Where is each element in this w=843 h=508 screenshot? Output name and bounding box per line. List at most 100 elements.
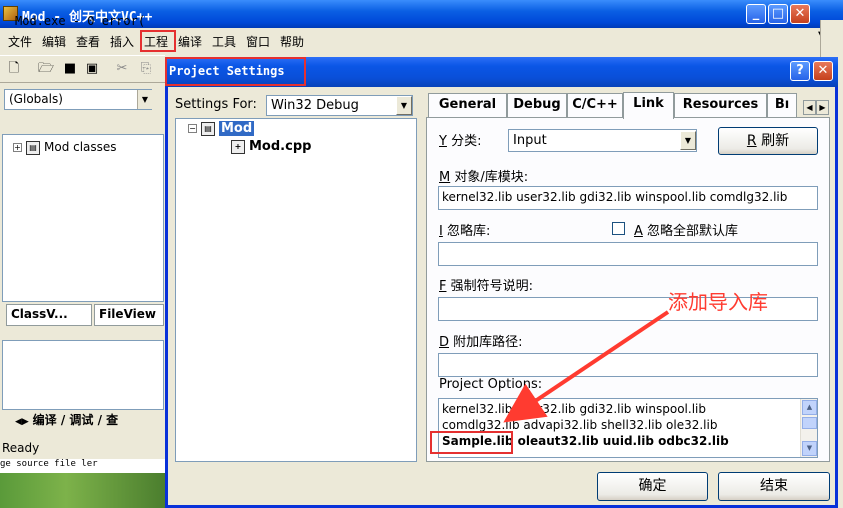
ignore-all-checkbox[interactable]	[612, 222, 625, 235]
expand-icon[interactable]: +	[13, 143, 22, 152]
classes-icon: ▤	[26, 140, 40, 155]
globals-value: (Globals)	[9, 92, 63, 106]
collapse-icon[interactable]: −	[188, 124, 197, 133]
toolbar: 🗋 🗁 ■ ▣ ✂ ⎘	[0, 55, 165, 83]
ignore-all-label-text: 忽略全部默认库	[647, 224, 739, 239]
scroll-thumb[interactable]	[802, 417, 817, 429]
background-window-strip: ge source file ler	[0, 459, 165, 473]
open-folder-icon[interactable]: 🗁	[38, 61, 54, 77]
ignore-input[interactable]	[438, 242, 818, 266]
category-label: Y 分类:	[439, 130, 481, 149]
menu-file[interactable]: 文件	[8, 33, 32, 50]
save-all-icon[interactable]: ▣	[84, 61, 100, 77]
tree-root-label: Mod	[219, 121, 255, 136]
ignore-all-label[interactable]: A 忽略全部默认库	[634, 220, 738, 239]
project-tree: − ▤ Mod + Mod.cpp	[175, 118, 417, 462]
tab-fileview[interactable]: FileView	[94, 304, 164, 326]
scroll-left-icon[interactable]: ◀▶	[15, 417, 29, 427]
menu-window[interactable]: 窗口	[246, 33, 270, 50]
output-panel	[2, 340, 164, 410]
cpp-file-icon: +	[231, 139, 245, 154]
menubar: 文件 编辑 查看 插入 工程 编译 工具 窗口 帮助	[0, 30, 820, 52]
modules-key: M	[439, 170, 451, 185]
annotation-text: 添加导入库	[668, 290, 768, 314]
reset-label: 刷新	[761, 133, 790, 149]
fileview-tab-label: FileView	[99, 307, 156, 321]
status-text: Ready	[2, 441, 40, 455]
modules-label-text: 对象/库模块:	[454, 170, 529, 185]
classview-item-label: Mod classes	[44, 140, 117, 154]
menu-build[interactable]: 编译	[178, 33, 202, 50]
force-key: F	[439, 279, 447, 294]
sample-lib-highlight	[430, 431, 513, 454]
menu-edit[interactable]: 编辑	[42, 33, 66, 50]
settings-for-value: Win32 Debug	[271, 98, 359, 113]
help-icon[interactable]: ?	[790, 61, 810, 81]
settings-for-combo[interactable]: Win32 Debug ▼	[266, 95, 413, 116]
output-text: Mod.exe - 0 error(	[15, 14, 146, 28]
tree-root-item[interactable]: − ▤ Mod	[188, 121, 255, 136]
statusbar: Ready	[0, 438, 165, 460]
force-label: F 强制符号说明:	[439, 275, 533, 294]
chevron-down-icon[interactable]: ▼	[137, 90, 152, 109]
minimize-icon[interactable]: _	[746, 4, 766, 24]
strip-text: ge source file ler	[0, 459, 98, 469]
menu-project-highlight	[140, 30, 176, 52]
menu-insert[interactable]: 插入	[110, 33, 134, 50]
options-scrollbar[interactable]: ▲ ▼	[800, 399, 817, 457]
reset-button[interactable]: R 刷新	[718, 127, 818, 155]
menu-tools[interactable]: 工具	[212, 33, 236, 50]
menu-help[interactable]: 帮助	[280, 33, 304, 50]
globals-combo[interactable]: (Globals)	[4, 89, 152, 110]
ignore-key: I	[439, 224, 443, 239]
maximize-icon[interactable]: □	[768, 4, 788, 24]
tab-scroll-left-icon[interactable]: ◀	[803, 100, 816, 115]
classview-panel: + ▤ Mod classes	[2, 134, 164, 302]
modules-label: M 对象/库模块:	[439, 166, 528, 185]
settings-for-label: Settings For:	[175, 97, 257, 112]
tab-general[interactable]: General	[428, 93, 507, 117]
category-combo[interactable]: Input ▼	[508, 129, 697, 152]
libpath-key: D	[439, 335, 450, 350]
new-file-icon[interactable]: 🗋	[6, 61, 22, 77]
modules-input[interactable]: kernel32.lib user32.lib gdi32.lib winspo…	[438, 186, 818, 210]
ignore-all-key: A	[634, 224, 643, 239]
tab-debug[interactable]: Debug	[507, 93, 567, 117]
tab-scroll-right-icon[interactable]: ▶	[816, 100, 829, 115]
scroll-up-icon[interactable]: ▲	[802, 400, 817, 415]
category-key: Y	[439, 134, 447, 149]
copy-icon[interactable]: ⎘	[138, 61, 154, 77]
save-icon[interactable]: ■	[62, 61, 78, 77]
classview-item[interactable]: + ▤ Mod classes	[13, 140, 117, 155]
ignore-label: I 忽略库:	[439, 220, 490, 239]
dialog-title-highlight	[165, 57, 306, 86]
desktop-wallpaper	[0, 473, 165, 508]
annotation-arrow	[503, 310, 670, 423]
tree-child-label: Mod.cpp	[249, 139, 312, 154]
category-label-text: 分类:	[451, 134, 482, 149]
tree-child-item[interactable]: + Mod.cpp	[231, 139, 311, 154]
classview-tab-label: ClassV...	[11, 307, 68, 321]
close-icon[interactable]: ✕	[813, 61, 833, 81]
tab-classview[interactable]: ClassV...	[6, 304, 92, 326]
menu-view[interactable]: 查看	[76, 33, 100, 50]
tab-link[interactable]: Link	[623, 92, 674, 119]
cancel-button[interactable]: 结束	[718, 472, 830, 501]
tab-browse[interactable]: Bı	[767, 93, 797, 117]
output-tab-labels: 编译 / 调试 / 查	[32, 413, 119, 427]
force-label-text: 强制符号说明:	[450, 279, 534, 294]
category-value: Input	[513, 133, 547, 148]
settings-tabs: General Debug C/C++ Link Resources Bı	[426, 92, 830, 119]
ok-button[interactable]: 确定	[597, 472, 708, 501]
scroll-down-icon[interactable]: ▼	[802, 441, 817, 456]
output-tabs[interactable]: ◀▶ 编译 / 调试 / 查	[15, 411, 165, 429]
tab-resources[interactable]: Resources	[674, 93, 767, 117]
close-icon[interactable]: ✕	[790, 4, 810, 24]
chevron-down-icon[interactable]: ▼	[396, 96, 412, 115]
project-icon: ▤	[201, 121, 215, 136]
ignore-label-text: 忽略库:	[446, 224, 491, 239]
cut-icon[interactable]: ✂	[114, 61, 130, 77]
chevron-down-icon[interactable]: ▼	[680, 131, 696, 150]
tab-cpp[interactable]: C/C++	[567, 93, 623, 117]
reset-key: R	[746, 133, 757, 149]
